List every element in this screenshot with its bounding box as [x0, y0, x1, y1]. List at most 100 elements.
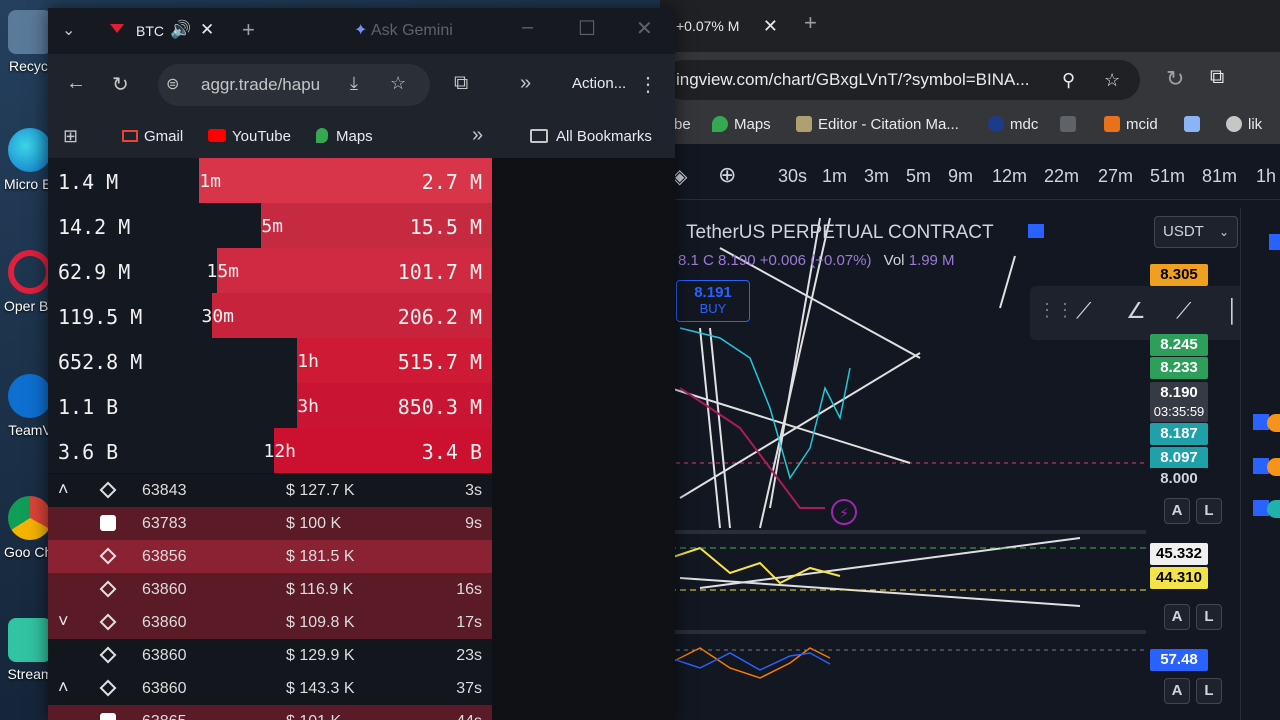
flag-icon[interactable] [1028, 224, 1044, 238]
coin-icon [1267, 458, 1280, 476]
trade-price: 63865 [142, 713, 187, 720]
apps-icon[interactable]: ⊞ [63, 126, 78, 147]
sell-volume: 101.7 M [397, 260, 482, 284]
bookmark-mdc[interactable]: mdc [988, 116, 1038, 133]
youtube-icon [208, 129, 226, 142]
extensions-icon[interactable]: ⧉ [454, 72, 468, 95]
angle-line-icon[interactable]: ∠ [1126, 298, 1146, 324]
trade-row[interactable]: ˅ 63860 $ 109.8 K 17s [48, 606, 492, 639]
trade-row[interactable]: 63783 $ 100 K 9s [48, 507, 492, 540]
cloud-icon [1184, 116, 1200, 132]
tab-tradingview[interactable]: +0.07% M ✕ [670, 6, 800, 46]
trade-price: 63856 [142, 548, 187, 565]
timeframe-5m[interactable]: 5m [906, 166, 931, 187]
timeframe-51m[interactable]: 51m [1150, 166, 1185, 187]
sell-volume: 2.7 M [421, 170, 482, 194]
drag-handle-icon[interactable]: ⋮⋮ [1038, 300, 1074, 321]
bookmark-gmail[interactable]: Gmail [122, 128, 183, 145]
log-scale-button-2[interactable]: L [1196, 604, 1222, 630]
price-value: 8.233 [1160, 359, 1198, 376]
timeframe-30s[interactable]: 30s [778, 166, 807, 187]
sell-volume: 850.3 M [397, 395, 482, 419]
binance-icon [99, 613, 117, 631]
menu-icon[interactable]: ⋮ [638, 72, 658, 97]
trade-row[interactable]: 63860 $ 129.9 K 23s [48, 639, 492, 672]
close-window-icon[interactable]: ✕ [636, 16, 653, 41]
sync-icon[interactable]: ↻ [1166, 66, 1184, 92]
buy-volume: 1.1 B [58, 395, 119, 419]
new-tab-icon[interactable]: + [242, 17, 255, 43]
chrome-icon [8, 496, 52, 540]
trade-row[interactable]: 63856 $ 181.5 K [48, 540, 492, 573]
star-icon[interactable]: ☆ [1104, 60, 1120, 100]
extensions-icon[interactable]: ⧉ [1210, 66, 1224, 89]
maximize-icon[interactable]: ☐ [578, 16, 596, 41]
speaker-icon[interactable]: 🔊 [170, 20, 191, 40]
log-scale-button-3[interactable]: L [1196, 678, 1222, 704]
auto-scale-button-3[interactable]: A [1164, 678, 1190, 704]
trade-amount: $ 129.9 K [286, 647, 355, 664]
auto-scale-button-2[interactable]: A [1164, 604, 1190, 630]
timeframe-12m[interactable]: 12m [992, 166, 1027, 187]
star-icon[interactable]: ☆ [390, 73, 406, 94]
timeframe-1m[interactable]: 1m [822, 166, 847, 187]
close-tab-icon[interactable]: ✕ [763, 6, 778, 46]
timeframe-9m[interactable]: 9m [948, 166, 973, 187]
minimize-icon[interactable]: – [522, 16, 533, 39]
zoom-icon[interactable]: ⚲ [1062, 60, 1075, 100]
timeframe-81m[interactable]: 81m [1202, 166, 1237, 187]
indicator-value: 44.310 [1150, 567, 1208, 589]
buy-button[interactable]: 8.191 BUY [676, 280, 750, 322]
buy-volume: 14.2 M [58, 215, 131, 239]
close-tab-icon[interactable]: ✕ [200, 20, 214, 40]
timeframe-1h[interactable]: 1h [1256, 166, 1276, 187]
bookmark-maps[interactable]: Maps [712, 116, 771, 133]
okx-icon [100, 515, 116, 531]
timeframe-22m[interactable]: 22m [1044, 166, 1079, 187]
bookmarks-bar: be Maps Editor - Citation Ma... mdc mcid… [660, 108, 1280, 144]
more-tabs-icon[interactable]: » [520, 72, 531, 95]
chevron-down-icon: ˅ [58, 611, 69, 631]
bookmark-citation[interactable]: Editor - Citation Ma... [796, 116, 959, 133]
back-icon[interactable]: ← [66, 72, 86, 95]
actions-button[interactable]: Action... [572, 75, 626, 92]
auto-scale-button[interactable]: A [1164, 498, 1190, 524]
bookmark-cloud[interactable] [1184, 116, 1206, 133]
trade-price: 63860 [142, 581, 187, 598]
trade-age: 16s [456, 581, 482, 598]
add-icon[interactable]: ⊕ [718, 162, 736, 188]
log-scale-button[interactable]: L [1196, 498, 1222, 524]
new-tab-icon[interactable]: + [804, 10, 817, 36]
aggr-content: 1.4 M 1m 2.7 M 14.2 M 5m 15.5 M 62.9 M 15m 101.7… [48, 158, 675, 720]
currency-select[interactable]: USDT ⌄ [1154, 216, 1238, 248]
more-bookmarks-icon[interactable]: » [472, 124, 483, 147]
address-bar[interactable]: ingview.com/chart/GBxgLVnT/?symbol=BINA.… [664, 60, 1140, 100]
bookmark-lik[interactable]: lik [1226, 116, 1262, 133]
bookmark-youtube[interactable]: YouTube [208, 128, 291, 145]
ask-gemini-button[interactable]: ✦ Ask Gemini [354, 20, 453, 40]
stat-row: 62.9 M 15m 101.7 M [48, 248, 492, 293]
bookmark-maps[interactable]: Maps [316, 128, 373, 145]
reload-icon[interactable]: ↻ [112, 72, 129, 97]
timeframe-27m[interactable]: 27m [1098, 166, 1133, 187]
tab-search-icon[interactable]: ⌄ [62, 20, 75, 40]
bookmark-be[interactable]: be [674, 116, 691, 133]
bookmark-mcid[interactable]: mcid [1104, 116, 1158, 133]
site-info-icon[interactable]: ⊜ [166, 74, 179, 94]
watchlist-icon[interactable] [1269, 234, 1280, 250]
price-axis: USDT ⌄ 8.305 8.245 8.233 8.190 03:35:59 8.… [1146, 208, 1240, 720]
tab-aggr[interactable]: BTC 🔊 ✕ [100, 14, 220, 48]
trade-row[interactable]: ˄ 63860 $ 143.3 K 37s [48, 672, 492, 705]
timeframe-label: 15m [206, 261, 239, 282]
install-app-icon[interactable]: ⤓ [350, 73, 358, 94]
timeframe-3m[interactable]: 3m [864, 166, 889, 187]
trend-line-icon[interactable]: ⟋ [1076, 298, 1091, 324]
all-bookmarks-button[interactable]: All Bookmarks [530, 128, 652, 145]
aggr-browser-window: ⌄ BTC 🔊 ✕ + ✦ Ask Gemini – ☐ ✕ ← ↻ ⊜ agg… [48, 8, 675, 720]
bookmark-dark[interactable] [1060, 116, 1082, 133]
trade-row[interactable]: ˄ 63843 $ 127.7 K 3s [48, 474, 492, 507]
trade-row[interactable]: 63860 $ 116.9 K 16s [48, 573, 492, 606]
tab-bar: +0.07% M ✕ + [660, 0, 1280, 52]
address-bar[interactable]: ⊜ aggr.trade/hapu ⤓ ☆ [158, 64, 430, 106]
trade-row[interactable]: 63865 $ 101 K 44s [48, 705, 492, 720]
